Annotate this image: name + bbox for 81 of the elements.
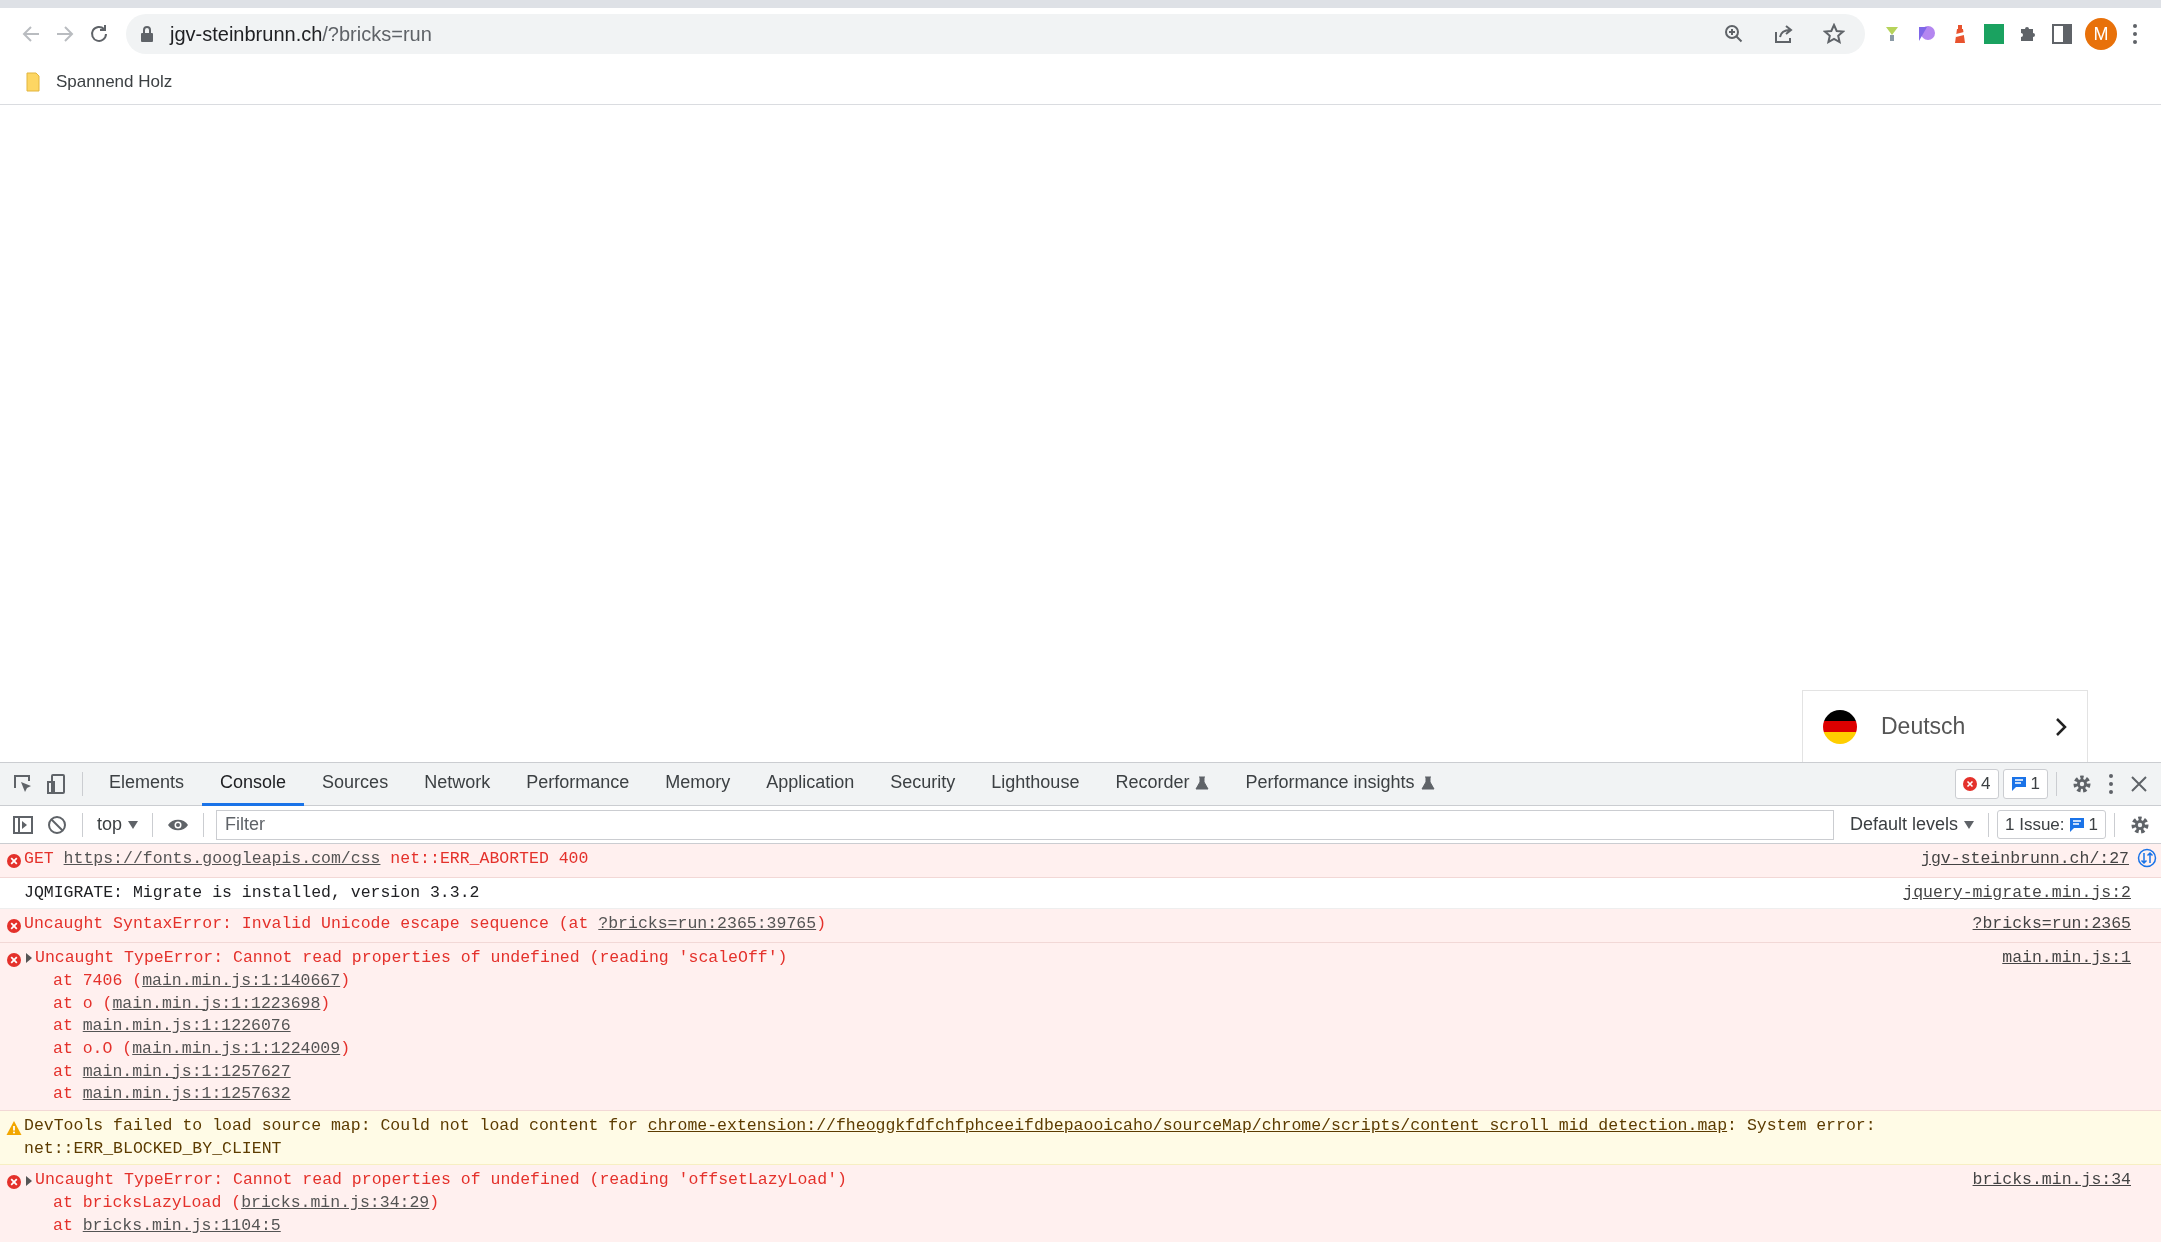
language-switcher[interactable]: Deutsch bbox=[1802, 690, 2088, 762]
error-message: Uncaught TypeError: Cannot read properties of undefined (reading 'scaleOff') bbox=[35, 947, 788, 970]
devtools-tab[interactable]: Elements bbox=[91, 762, 203, 806]
share-icon bbox=[1773, 23, 1795, 45]
context-dropdown[interactable]: top bbox=[91, 811, 145, 838]
link[interactable]: bricks.min.js:34:29 bbox=[241, 1193, 430, 1213]
stack-frame: at o (main.min.js:1:1223698) bbox=[24, 992, 1987, 1016]
devtools-tab[interactable]: Performance bbox=[508, 762, 648, 806]
disclosure-triangle-icon[interactable] bbox=[24, 952, 34, 965]
stack-frame: at bricks.min.js:1104:5 bbox=[24, 1214, 1957, 1238]
stack-frame: at bricksLazyLoad (bricks.min.js:34:29) bbox=[24, 1192, 1957, 1215]
error-icon bbox=[6, 852, 22, 869]
error-message: GET https://fonts.googleapis.com/css net::ERR_ABORTED 400 bbox=[24, 848, 589, 870]
devtools-tab[interactable]: Performance insights bbox=[1227, 762, 1453, 806]
device-toolbar-icon bbox=[46, 773, 68, 795]
link[interactable]: ?bricks=run:2365:39765 bbox=[598, 914, 817, 934]
settings-icon bbox=[2071, 773, 2093, 795]
link[interactable]: main.min.js:1:1226076 bbox=[82, 1016, 291, 1036]
warning-icon bbox=[6, 1119, 22, 1136]
caret-icon bbox=[128, 820, 139, 829]
disclosure-triangle-icon[interactable] bbox=[24, 1174, 34, 1187]
issues-button[interactable]: 1 Issue: 1 bbox=[1997, 809, 2106, 840]
stack-frame: at 7406 (main.min.js:1:140667) bbox=[24, 969, 1987, 993]
clear-console-icon bbox=[46, 813, 68, 836]
folder-icon bbox=[26, 72, 40, 92]
devtools-tab[interactable]: Sources bbox=[304, 762, 407, 806]
error-count-button[interactable]: 4 bbox=[1955, 769, 1999, 799]
link[interactable]: https://fonts.googleapis.com/css bbox=[63, 849, 381, 868]
chevron-right-icon bbox=[2055, 716, 2067, 737]
source-link[interactable]: bricks.min.js:34 bbox=[1972, 1169, 2131, 1193]
error-message: Uncaught TypeError: Cannot read properties of undefined (reading 'offsetLazyLoad') bbox=[35, 1169, 847, 1192]
german-flag-icon bbox=[1823, 709, 1857, 744]
caret-icon bbox=[1964, 820, 1974, 829]
close-icon bbox=[2129, 774, 2149, 794]
extension-icon bbox=[1983, 23, 2005, 45]
zoom-icon bbox=[1723, 23, 1745, 45]
error-icon bbox=[6, 951, 22, 968]
link[interactable]: main.min.js:1:1223698 bbox=[112, 993, 321, 1013]
stack-frame: at o.O (main.min.js:1:1224009) bbox=[24, 1037, 1987, 1061]
link[interactable]: bricks.min.js:1104:5 bbox=[82, 1215, 281, 1235]
sidebar-toggle-icon bbox=[12, 813, 34, 836]
warning-message: DevTools failed to load source map: Could not load content for chrome-extension://fheoggkfdfchfphceeifdbepaooicaho/sourceMap/chrome/scripts/content_scroll_mid_detection.map: System error: bbox=[24, 1115, 1876, 1138]
source-link[interactable]: jgv-steinbrunn.ch/:27 bbox=[1921, 848, 2129, 871]
reload-icon bbox=[88, 23, 110, 45]
stack-frame: at main.min.js:1:1257627 bbox=[24, 1060, 1987, 1084]
error-message: Uncaught SyntaxError: Invalid Unicode escape sequence (at ?bricks=run:2365:39765) bbox=[24, 913, 827, 936]
log-message: JQMIGRATE: Migrate is installed, version 3.3.2 bbox=[24, 881, 480, 904]
bookmark-star-icon bbox=[1823, 23, 1845, 45]
link[interactable]: main.min.js:1:1257627 bbox=[82, 1061, 291, 1081]
source-link[interactable]: jquery-migrate.min.js:2 bbox=[1903, 881, 2131, 905]
link[interactable]: main.min.js:1:1257632 bbox=[82, 1084, 291, 1104]
link[interactable]: chrome-extension://fheoggkfdfchfphceeifdbepaooicaho/sourceMap/chrome/scripts/content_scroll_mid_detection.map bbox=[647, 1116, 1728, 1136]
error-icon bbox=[6, 1174, 22, 1191]
flask-icon bbox=[1420, 775, 1435, 790]
message-icon bbox=[2010, 776, 2027, 792]
devtools-tab[interactable]: Security bbox=[872, 762, 974, 806]
error-icon bbox=[6, 918, 22, 935]
devtools-tab[interactable]: Recorder bbox=[1097, 762, 1228, 806]
message-icon bbox=[2068, 816, 2085, 833]
side-panel-icon bbox=[2051, 23, 2073, 45]
devtools-tab[interactable]: Console bbox=[202, 762, 305, 806]
devtools-tab[interactable]: Lighthouse bbox=[973, 762, 1098, 806]
bookmark-folder[interactable]: Spannend Holz bbox=[20, 65, 179, 99]
message-count-button[interactable]: 1 bbox=[2002, 769, 2048, 799]
flask-icon bbox=[1195, 775, 1210, 790]
link[interactable]: main.min.js:1:1224009 bbox=[132, 1038, 341, 1058]
link[interactable]: main.min.js:1:140667 bbox=[142, 970, 341, 990]
filter-field[interactable]: Filter bbox=[216, 809, 1834, 840]
devtools-tab[interactable]: Memory bbox=[647, 762, 749, 806]
stack-frame: at main.min.js:1:1226076 bbox=[24, 1015, 1987, 1038]
source-link[interactable]: ?bricks=run:2365 bbox=[1972, 913, 2131, 937]
stack-frame: at main.min.js:1:1257632 bbox=[24, 1083, 1987, 1107]
address-bar[interactable]: jgv-steinbrunn.ch/?bricks=run bbox=[126, 14, 1865, 54]
url-text: jgv-steinbrunn.ch/?bricks=run bbox=[170, 22, 432, 47]
source-link[interactable]: main.min.js:1 bbox=[2002, 947, 2131, 970]
devtools-tab[interactable]: Application bbox=[748, 762, 873, 806]
log-levels-dropdown[interactable]: Default levels bbox=[1843, 811, 1980, 838]
lock-icon bbox=[140, 25, 154, 43]
error-icon bbox=[1963, 777, 1978, 791]
devtools-tab[interactable]: Network bbox=[406, 762, 509, 806]
warning-message: net::ERR_BLOCKED_BY_CLIENT bbox=[24, 1137, 282, 1160]
